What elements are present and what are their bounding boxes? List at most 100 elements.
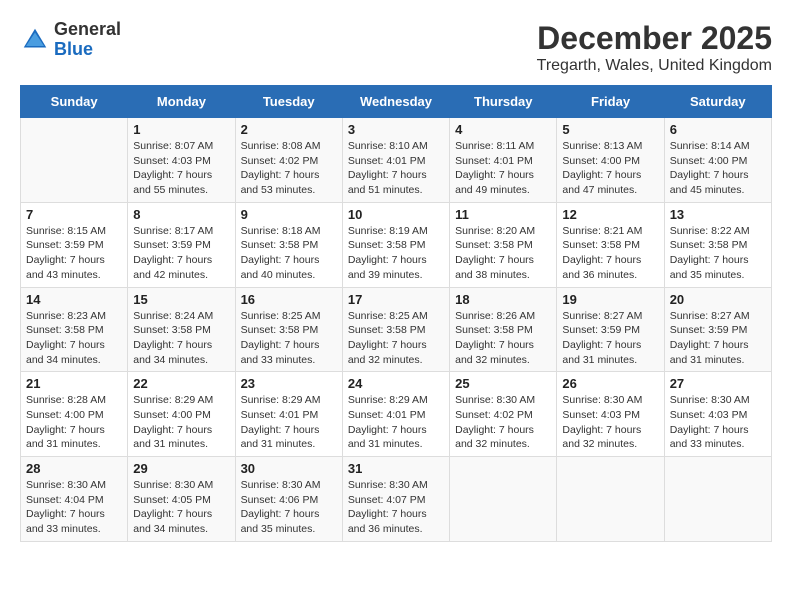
day-number: 1 — [133, 122, 229, 137]
day-number: 6 — [670, 122, 766, 137]
day-info: Sunrise: 8:27 AM Sunset: 3:59 PM Dayligh… — [670, 309, 766, 368]
day-number: 2 — [241, 122, 337, 137]
calendar-cell — [450, 457, 557, 542]
day-info: Sunrise: 8:29 AM Sunset: 4:00 PM Dayligh… — [133, 393, 229, 452]
calendar-week-row: 1 Sunrise: 8:07 AM Sunset: 4:03 PM Daylig… — [21, 118, 772, 203]
day-number: 18 — [455, 292, 551, 307]
calendar-cell: 11Sunrise: 8:20 AM Sunset: 3:58 PM Dayli… — [450, 202, 557, 287]
day-info: Sunrise: 8:14 AM Sunset: 4:00 PM Dayligh… — [670, 139, 766, 198]
header-saturday: Saturday — [664, 86, 771, 118]
calendar-cell: 10Sunrise: 8:19 AM Sunset: 3:58 PM Dayli… — [342, 202, 449, 287]
day-number: 30 — [241, 461, 337, 476]
calendar-cell: 15 Sunrise: 8:24 AM Sunset: 3:58 PM Dayli… — [128, 287, 235, 372]
calendar-cell: 17 Sunrise: 8:25 AM Sunset: 3:58 PM Dayli… — [342, 287, 449, 372]
day-info: Sunrise: 8:28 AM Sunset: 4:00 PM Dayligh… — [26, 393, 122, 452]
day-number: 17 — [348, 292, 444, 307]
calendar-cell: 7Sunrise: 8:15 AM Sunset: 3:59 PM Daylig… — [21, 202, 128, 287]
calendar-cell: 30 Sunrise: 8:30 AM Sunset: 4:06 PM Dayli… — [235, 457, 342, 542]
calendar-cell: 24Sunrise: 8:29 AM Sunset: 4:01 PM Dayli… — [342, 372, 449, 457]
page-subtitle: Tregarth, Wales, United Kingdom — [537, 57, 772, 75]
calendar-cell: 26 Sunrise: 8:30 AM Sunset: 4:03 PM Dayli… — [557, 372, 664, 457]
day-info: Sunrise: 8:29 AM Sunset: 4:01 PM Dayligh… — [241, 393, 337, 452]
day-number: 16 — [241, 292, 337, 307]
calendar-cell: 2 Sunrise: 8:08 AM Sunset: 4:02 PM Daylig… — [235, 118, 342, 203]
day-info: Sunrise: 8:17 AM Sunset: 3:59 PM Dayligh… — [133, 224, 229, 283]
calendar-cell: 13 Sunrise: 8:22 AM Sunset: 3:58 PM Dayli… — [664, 202, 771, 287]
day-info: Sunrise: 8:22 AM Sunset: 3:58 PM Dayligh… — [670, 224, 766, 283]
day-info: Sunrise: 8:30 AM Sunset: 4:06 PM Dayligh… — [241, 478, 337, 537]
calendar-cell: 16 Sunrise: 8:25 AM Sunset: 3:58 PM Dayli… — [235, 287, 342, 372]
header-wednesday: Wednesday — [342, 86, 449, 118]
calendar-header-row: SundayMondayTuesdayWednesdayThursdayFrid… — [21, 86, 772, 118]
day-number: 9 — [241, 207, 337, 222]
logo: General Blue — [20, 20, 121, 60]
day-info: Sunrise: 8:30 AM Sunset: 4:03 PM Dayligh… — [670, 393, 766, 452]
calendar-cell: 3 Sunrise: 8:10 AM Sunset: 4:01 PM Daylig… — [342, 118, 449, 203]
day-info: Sunrise: 8:07 AM Sunset: 4:03 PM Dayligh… — [133, 139, 229, 198]
day-number: 29 — [133, 461, 229, 476]
day-info: Sunrise: 8:23 AM Sunset: 3:58 PM Dayligh… — [26, 309, 122, 368]
day-info: Sunrise: 8:30 AM Sunset: 4:04 PM Dayligh… — [26, 478, 122, 537]
day-number: 22 — [133, 376, 229, 391]
header-tuesday: Tuesday — [235, 86, 342, 118]
day-info: Sunrise: 8:26 AM Sunset: 3:58 PM Dayligh… — [455, 309, 551, 368]
header-friday: Friday — [557, 86, 664, 118]
day-number: 20 — [670, 292, 766, 307]
calendar-cell: 31 Sunrise: 8:30 AM Sunset: 4:07 PM Dayli… — [342, 457, 449, 542]
calendar-cell: 22 Sunrise: 8:29 AM Sunset: 4:00 PM Dayli… — [128, 372, 235, 457]
calendar-cell: 14Sunrise: 8:23 AM Sunset: 3:58 PM Dayli… — [21, 287, 128, 372]
calendar-week-row: 21 Sunrise: 8:28 AM Sunset: 4:00 PM Dayli… — [21, 372, 772, 457]
day-number: 3 — [348, 122, 444, 137]
calendar-cell: 8 Sunrise: 8:17 AM Sunset: 3:59 PM Daylig… — [128, 202, 235, 287]
day-number: 28 — [26, 461, 122, 476]
logo-general-text: General — [54, 20, 121, 40]
day-number: 4 — [455, 122, 551, 137]
title-block: December 2025 Tregarth, Wales, United Ki… — [537, 20, 772, 75]
calendar-cell — [664, 457, 771, 542]
logo-blue-text: Blue — [54, 40, 121, 60]
day-info: Sunrise: 8:30 AM Sunset: 4:07 PM Dayligh… — [348, 478, 444, 537]
day-number: 8 — [133, 207, 229, 222]
day-info: Sunrise: 8:27 AM Sunset: 3:59 PM Dayligh… — [562, 309, 658, 368]
header-monday: Monday — [128, 86, 235, 118]
day-info: Sunrise: 8:30 AM Sunset: 4:02 PM Dayligh… — [455, 393, 551, 452]
day-info: Sunrise: 8:24 AM Sunset: 3:58 PM Dayligh… — [133, 309, 229, 368]
day-info: Sunrise: 8:10 AM Sunset: 4:01 PM Dayligh… — [348, 139, 444, 198]
day-number: 24 — [348, 376, 444, 391]
page-title: December 2025 — [537, 20, 772, 57]
day-info: Sunrise: 8:25 AM Sunset: 3:58 PM Dayligh… — [241, 309, 337, 368]
calendar-cell — [21, 118, 128, 203]
calendar-cell: 28 Sunrise: 8:30 AM Sunset: 4:04 PM Dayli… — [21, 457, 128, 542]
day-number: 21 — [26, 376, 122, 391]
calendar-cell: 25 Sunrise: 8:30 AM Sunset: 4:02 PM Dayli… — [450, 372, 557, 457]
calendar-cell — [557, 457, 664, 542]
day-info: Sunrise: 8:08 AM Sunset: 4:02 PM Dayligh… — [241, 139, 337, 198]
day-number: 7 — [26, 207, 122, 222]
day-number: 15 — [133, 292, 229, 307]
day-info: Sunrise: 8:21 AM Sunset: 3:58 PM Dayligh… — [562, 224, 658, 283]
day-info: Sunrise: 8:19 AM Sunset: 3:58 PM Dayligh… — [348, 224, 444, 283]
calendar-cell: 18 Sunrise: 8:26 AM Sunset: 3:58 PM Dayli… — [450, 287, 557, 372]
day-number: 26 — [562, 376, 658, 391]
calendar-cell: 27 Sunrise: 8:30 AM Sunset: 4:03 PM Dayli… — [664, 372, 771, 457]
day-number: 12 — [562, 207, 658, 222]
day-info: Sunrise: 8:25 AM Sunset: 3:58 PM Dayligh… — [348, 309, 444, 368]
day-number: 25 — [455, 376, 551, 391]
day-number: 13 — [670, 207, 766, 222]
header-sunday: Sunday — [21, 86, 128, 118]
page-header: General Blue December 2025 Tregarth, Wal… — [20, 20, 772, 75]
day-number: 5 — [562, 122, 658, 137]
calendar-cell: 19 Sunrise: 8:27 AM Sunset: 3:59 PM Dayli… — [557, 287, 664, 372]
day-info: Sunrise: 8:13 AM Sunset: 4:00 PM Dayligh… — [562, 139, 658, 198]
day-info: Sunrise: 8:18 AM Sunset: 3:58 PM Dayligh… — [241, 224, 337, 283]
header-thursday: Thursday — [450, 86, 557, 118]
day-number: 27 — [670, 376, 766, 391]
day-info: Sunrise: 8:11 AM Sunset: 4:01 PM Dayligh… — [455, 139, 551, 198]
calendar-cell: 1 Sunrise: 8:07 AM Sunset: 4:03 PM Daylig… — [128, 118, 235, 203]
day-info: Sunrise: 8:30 AM Sunset: 4:03 PM Dayligh… — [562, 393, 658, 452]
day-info: Sunrise: 8:30 AM Sunset: 4:05 PM Dayligh… — [133, 478, 229, 537]
day-number: 19 — [562, 292, 658, 307]
day-number: 31 — [348, 461, 444, 476]
calendar-cell: 12 Sunrise: 8:21 AM Sunset: 3:58 PM Dayli… — [557, 202, 664, 287]
calendar-cell: 20 Sunrise: 8:27 AM Sunset: 3:59 PM Dayli… — [664, 287, 771, 372]
